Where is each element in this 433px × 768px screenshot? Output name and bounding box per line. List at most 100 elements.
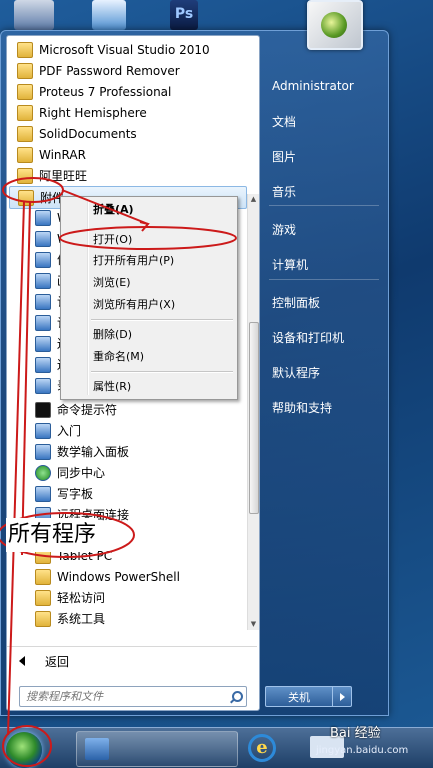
folder-icon <box>35 589 51 606</box>
folder-icon <box>17 83 33 100</box>
folder-icon <box>35 610 51 627</box>
right-item-help-support[interactable]: 帮助和支持 <box>264 396 390 418</box>
right-item-pictures[interactable]: 图片 <box>264 145 390 167</box>
menu-item-open-all-users[interactable]: 打开所有用户(P) <box>63 250 233 270</box>
accessory-sync-center[interactable]: 同步中心 <box>25 462 243 483</box>
accessory-math-input[interactable]: 数学输入面板 <box>25 441 243 462</box>
scroll-up-arrow-icon[interactable]: ▲ <box>248 194 259 205</box>
user-avatar[interactable] <box>307 0 363 50</box>
search-input[interactable] <box>20 689 228 704</box>
open-folder-icon <box>18 189 34 206</box>
app-icon <box>35 251 51 268</box>
program-label: Right Hemisphere <box>39 105 147 120</box>
menu-item-open[interactable]: 打开(O) <box>63 229 233 249</box>
program-folder-aliwangwang[interactable]: 阿里旺旺 <box>9 165 245 186</box>
app-icon <box>35 377 51 394</box>
annotation-label: 所有程序 <box>6 518 99 552</box>
menu-separator <box>91 319 233 321</box>
menu-item-explore[interactable]: 浏览(E) <box>63 272 233 292</box>
sync-center-icon <box>35 464 51 481</box>
back-label: 返回 <box>45 654 70 669</box>
accessory-command-prompt[interactable]: 命令提示符 <box>25 399 243 420</box>
start-button[interactable] <box>6 732 42 768</box>
scroll-thumb[interactable] <box>249 322 259 514</box>
program-list-scrollbar[interactable]: ▲ ▼ <box>247 194 259 630</box>
accessory-wordpad[interactable]: 写字板 <box>25 483 243 504</box>
right-item-games[interactable]: 游戏 <box>264 218 390 240</box>
right-item-music[interactable]: 音乐 <box>264 180 390 202</box>
accessory-label: 命令提示符 <box>57 403 118 417</box>
program-folder-visual-studio[interactable]: Microsoft Visual Studio 2010 <box>9 39 245 60</box>
folder-icon <box>17 125 33 142</box>
program-label: WinRAR <box>39 147 86 162</box>
program-folder-winrar[interactable]: WinRAR <box>9 144 245 165</box>
watermark-brand: Bai 经验 <box>330 726 381 741</box>
app-icon <box>35 356 51 373</box>
watermark-url: jingyan.baidu.com <box>316 745 409 756</box>
accessory-label: 同步中心 <box>57 466 106 480</box>
desktop-icon-1[interactable] <box>14 0 54 30</box>
photoshop-desktop-icon[interactable]: Ps <box>170 0 198 30</box>
desktop-icon-2[interactable] <box>92 0 126 30</box>
shutdown-control: 关机 <box>265 686 352 707</box>
program-label: PDF Password Remover <box>39 63 180 78</box>
folder-icon <box>35 568 51 585</box>
folder-icon <box>17 62 33 79</box>
right-item-devices-printers[interactable]: 设备和打印机 <box>264 326 390 348</box>
menu-item-delete[interactable]: 删除(D) <box>63 324 233 344</box>
accessory-getting-started[interactable]: 入门 <box>25 420 243 441</box>
math-input-icon <box>35 443 51 460</box>
right-item-documents[interactable]: 文档 <box>264 110 390 132</box>
app-icon <box>85 738 109 760</box>
menu-item-rename[interactable]: 重命名(M) <box>63 346 233 366</box>
right-item-computer[interactable]: 计算机 <box>264 253 390 275</box>
wordpad-icon <box>35 485 51 502</box>
right-divider <box>269 205 379 206</box>
accessory-label: Windows PowerShell <box>57 569 180 584</box>
accessory-label: 系统工具 <box>57 612 106 626</box>
right-item-control-panel[interactable]: 控制面板 <box>264 291 390 313</box>
folder-icon <box>17 167 33 184</box>
program-folder-right-hemisphere[interactable]: Right Hemisphere <box>9 102 245 123</box>
internet-explorer-icon[interactable]: e <box>248 734 276 762</box>
search-box[interactable] <box>19 686 247 707</box>
program-label: Microsoft Visual Studio 2010 <box>39 42 210 57</box>
program-folder-proteus[interactable]: Proteus 7 Professional <box>9 81 245 102</box>
back-button[interactable]: 返回 <box>7 646 257 675</box>
menu-item-collapse[interactable]: 折叠(A) <box>63 199 233 219</box>
shutdown-button[interactable]: 关机 <box>265 686 333 707</box>
app-icon <box>35 335 51 352</box>
right-divider <box>269 279 379 280</box>
getting-started-icon <box>35 422 51 439</box>
program-folder-soliddocuments[interactable]: SolidDocuments <box>9 123 245 144</box>
taskbar-app-button[interactable] <box>76 731 238 767</box>
accessory-folder-system-tools[interactable]: 系统工具 <box>25 608 243 629</box>
folder-icon <box>17 104 33 121</box>
command-prompt-icon <box>35 401 51 418</box>
chevron-right-icon <box>339 692 345 701</box>
accessory-label: 轻松访问 <box>57 591 106 605</box>
menu-separator <box>91 371 233 373</box>
app-icon <box>35 314 51 331</box>
accessory-folder-ease-of-access[interactable]: 轻松访问 <box>25 587 243 608</box>
program-label: SolidDocuments <box>39 126 137 141</box>
user-name[interactable]: Administrator <box>264 75 390 97</box>
accessory-label: 入门 <box>57 424 82 438</box>
folder-icon <box>17 146 33 163</box>
back-arrow-icon <box>19 656 25 666</box>
search-icon[interactable] <box>228 690 243 704</box>
accessory-label: 写字板 <box>57 487 94 501</box>
scroll-down-arrow-icon[interactable]: ▼ <box>248 619 259 630</box>
program-folder-pdf-password-remover[interactable]: PDF Password Remover <box>9 60 245 81</box>
program-label: 阿里旺旺 <box>39 169 88 183</box>
menu-item-properties[interactable]: 属性(R) <box>63 376 233 396</box>
accessory-folder-powershell[interactable]: Windows PowerShell <box>25 566 243 587</box>
program-label: Proteus 7 Professional <box>39 84 172 99</box>
app-icon <box>35 272 51 289</box>
right-item-default-programs[interactable]: 默认程序 <box>264 361 390 383</box>
folder-icon <box>17 41 33 58</box>
shutdown-options-button[interactable] <box>333 686 352 707</box>
menu-item-explore-all-users[interactable]: 浏览所有用户(X) <box>63 294 233 314</box>
app-icon <box>35 209 51 226</box>
app-icon <box>35 230 51 247</box>
